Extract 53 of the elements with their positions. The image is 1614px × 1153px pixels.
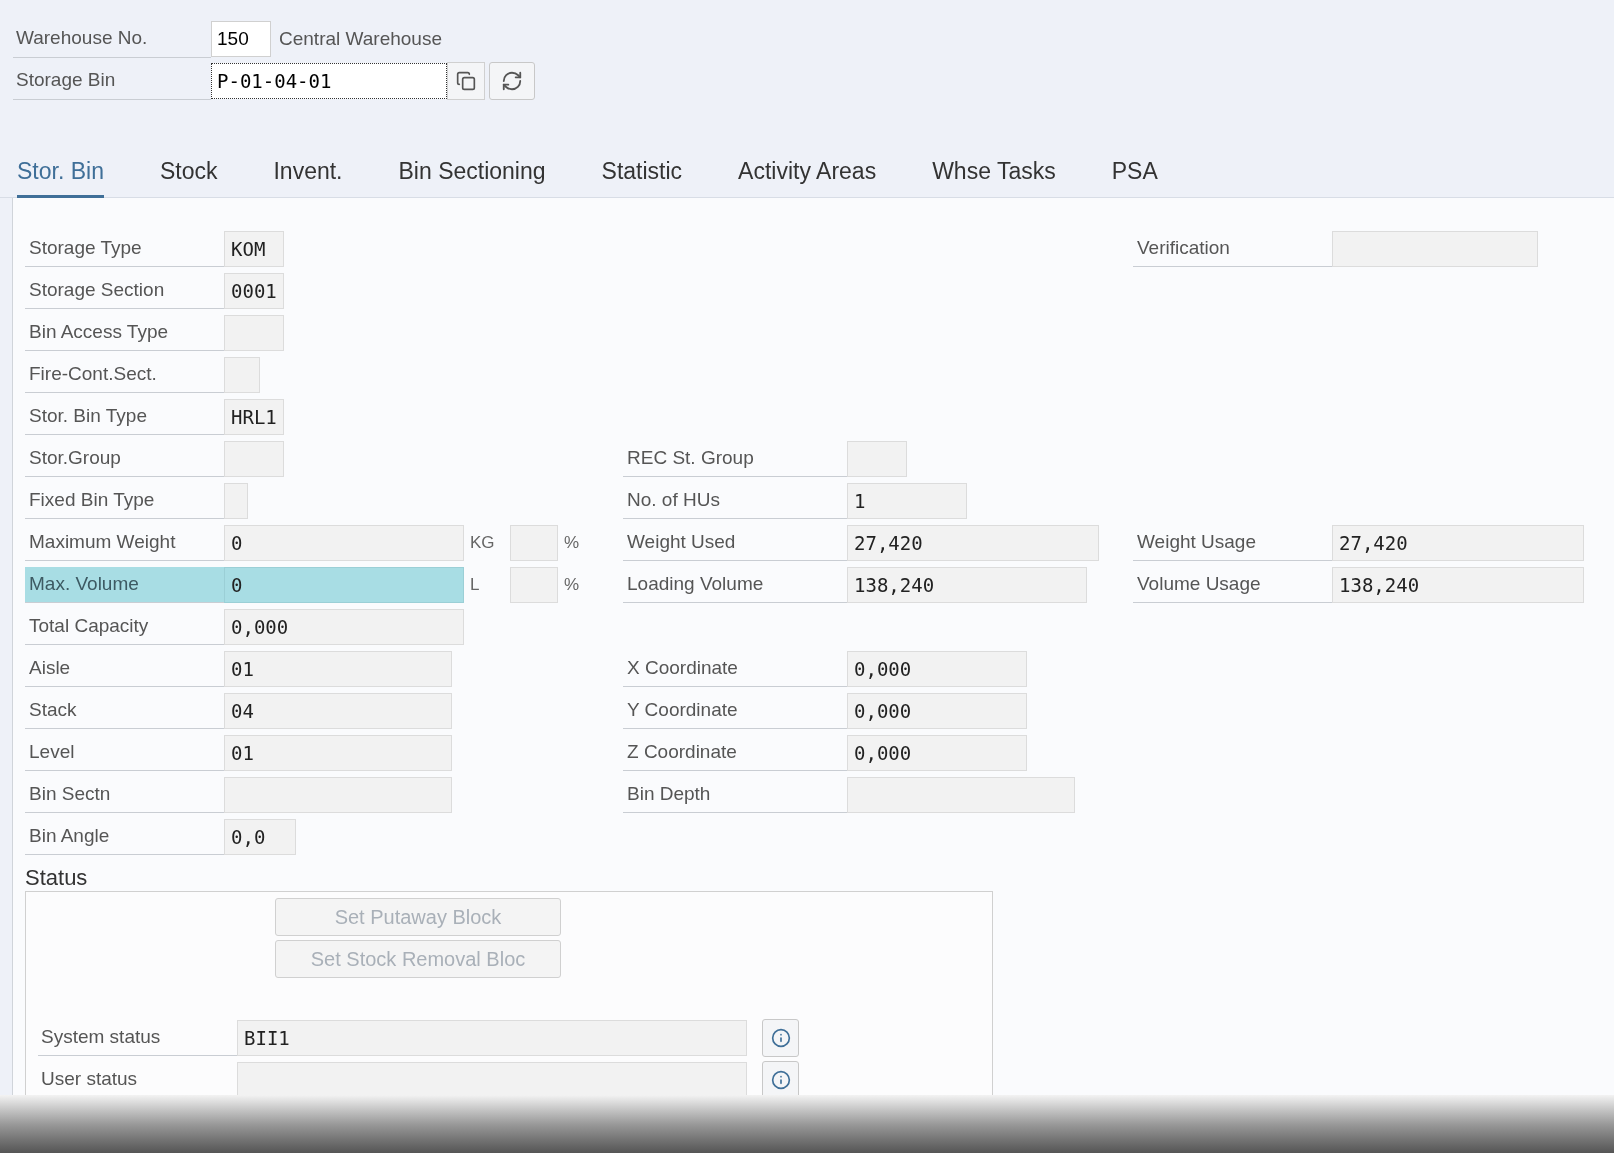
input-field[interactable]: 0 bbox=[224, 525, 464, 561]
section-title: Status bbox=[25, 864, 89, 891]
tab[interactable]: Stock bbox=[159, 148, 218, 198]
unit-label: KG bbox=[470, 532, 496, 555]
input-field[interactable]: 01 bbox=[224, 651, 452, 687]
input-field[interactable] bbox=[847, 441, 907, 477]
input-field[interactable]: 0,000 bbox=[847, 651, 1027, 687]
input-field[interactable]: 01 bbox=[224, 735, 452, 771]
tab[interactable]: Bin Sectioning bbox=[398, 148, 546, 198]
refresh-button[interactable] bbox=[489, 62, 535, 100]
input-field[interactable]: HRL1 bbox=[224, 399, 284, 435]
input-field[interactable] bbox=[847, 777, 1075, 813]
info-button[interactable] bbox=[762, 1019, 799, 1057]
field-label: Max. Volume bbox=[25, 567, 224, 603]
input-field[interactable]: 0001 bbox=[224, 273, 284, 309]
tab[interactable]: Invent. bbox=[273, 148, 343, 198]
tab[interactable]: Statistic bbox=[601, 148, 683, 198]
input-field[interactable]: 27,420 bbox=[847, 525, 1099, 561]
input-field[interactable] bbox=[237, 1062, 747, 1098]
input-field[interactable]: P-01-04-01 bbox=[211, 63, 447, 99]
input-field[interactable]: BII1 bbox=[237, 1020, 747, 1056]
refresh-icon bbox=[501, 70, 523, 92]
input-field[interactable]: KOM bbox=[224, 231, 284, 267]
info-icon bbox=[770, 1070, 791, 1090]
input-field[interactable] bbox=[224, 315, 284, 351]
tab[interactable]: PSA bbox=[1111, 148, 1158, 198]
input-field[interactable] bbox=[224, 357, 260, 393]
input-field[interactable]: 138,240 bbox=[1332, 567, 1584, 603]
tab[interactable]: Whse Tasks bbox=[932, 148, 1056, 198]
input-field[interactable] bbox=[224, 777, 452, 813]
input-field[interactable]: 1 bbox=[847, 483, 967, 519]
copy-icon bbox=[456, 71, 476, 91]
percent-sign: % bbox=[564, 574, 580, 597]
info-icon bbox=[770, 1028, 791, 1048]
percent-field[interactable] bbox=[510, 567, 558, 603]
input-field[interactable]: 0 bbox=[224, 567, 464, 603]
warehouse-description: Central Warehouse bbox=[279, 26, 442, 51]
input-field[interactable]: 27,420 bbox=[1332, 525, 1584, 561]
input-field[interactable] bbox=[224, 441, 284, 477]
unit-label: L bbox=[470, 574, 481, 597]
copy-button[interactable] bbox=[447, 62, 485, 100]
percent-sign: % bbox=[564, 532, 580, 555]
percent-field[interactable] bbox=[510, 525, 558, 561]
input-field[interactable]: 04 bbox=[224, 693, 452, 729]
input-field[interactable]: 138,240 bbox=[847, 567, 1087, 603]
input-field[interactable]: 0,000 bbox=[847, 735, 1027, 771]
input-field[interactable]: 0,000 bbox=[224, 609, 464, 645]
input-field[interactable]: 0,000 bbox=[847, 693, 1027, 729]
input-field[interactable] bbox=[1332, 231, 1538, 267]
tab[interactable]: Activity Areas bbox=[738, 148, 877, 198]
input-field[interactable] bbox=[224, 483, 248, 519]
input-field[interactable]: 0,0 bbox=[224, 819, 296, 855]
input-field[interactable]: 150 bbox=[211, 21, 271, 57]
